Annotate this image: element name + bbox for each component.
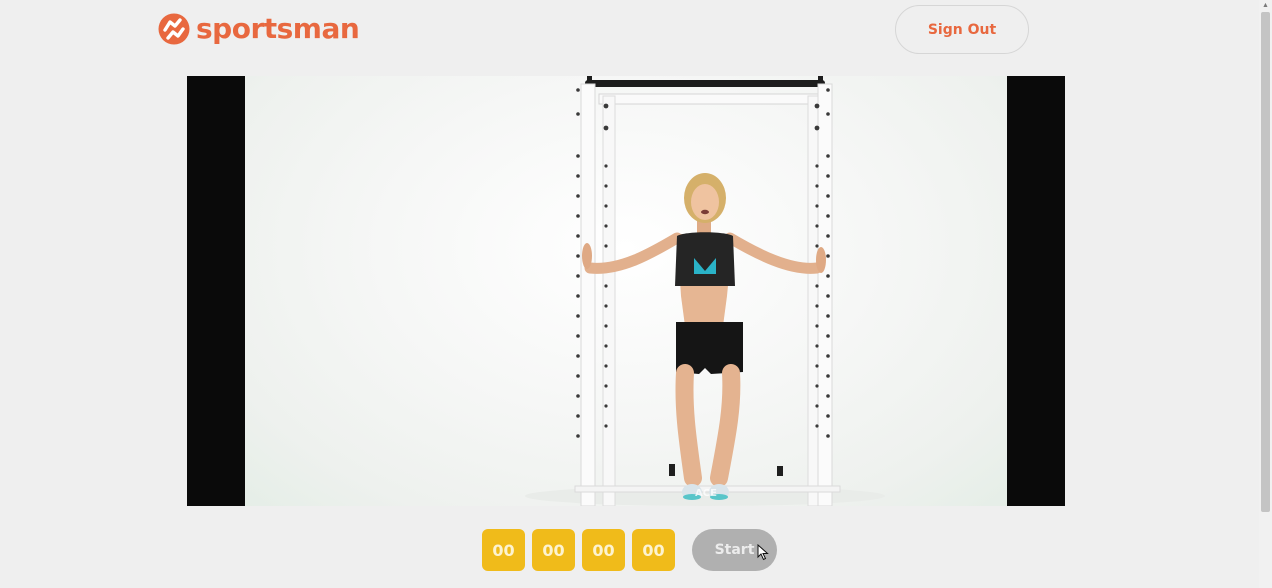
timer-segment-3: 00 (582, 529, 625, 571)
countdown-timer: 00 00 00 00 (482, 529, 675, 571)
scroll-thumb[interactable] (1261, 12, 1270, 512)
brand-name: sportsman (196, 12, 360, 45)
page: sportsman Sign Out ACE 00 00 00 00 Start… (0, 0, 1272, 588)
video-frame[interactable]: ACE (245, 76, 1007, 506)
timer-segment-1: 00 (482, 529, 525, 571)
sportsman-logo-icon (158, 13, 190, 45)
video-player[interactable]: ACE (187, 76, 1065, 506)
timer-segment-4: 00 (632, 529, 675, 571)
sign-out-button[interactable]: Sign Out (895, 5, 1029, 54)
timer-segment-2: 00 (532, 529, 575, 571)
scroll-up-arrow-icon[interactable]: ▲ (1259, 0, 1272, 12)
brand-logo[interactable]: sportsman (158, 12, 360, 45)
page-scrollbar[interactable]: ▲ (1259, 0, 1272, 588)
video-watermark: ACE (695, 488, 717, 499)
exercise-video-scene: ACE (525, 76, 885, 506)
mouse-cursor-icon (757, 544, 769, 561)
